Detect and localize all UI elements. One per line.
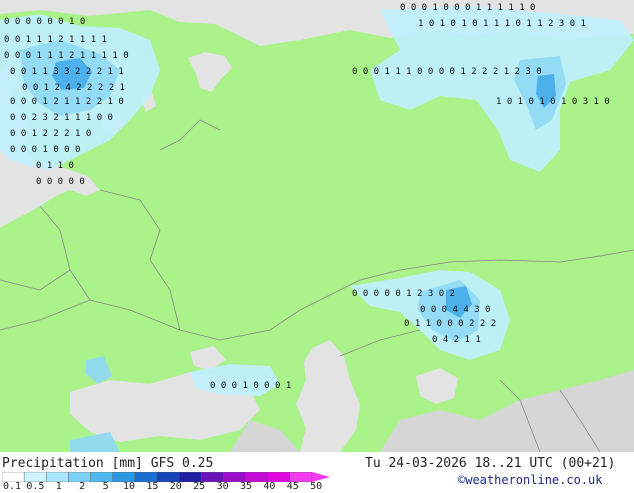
grid-row-label: 0 0 0 1 0 0 0 1 <box>210 381 291 391</box>
precipitation-map: 0 0 0 0 0 0 1 0 0 0 1 1 1 2 1 1 1 1 0 0 … <box>0 0 634 452</box>
color-scale-tick-label: 0.1 <box>2 481 22 492</box>
grid-row-label: 0 0 1 1 1 2 1 1 1 1 <box>4 35 107 45</box>
grid-row-label: 0 0 0 1 1 1 0 0 0 0 1 2 2 2 1 2 3 0 <box>352 67 542 77</box>
credit-link[interactable]: ©weatheronline.co.uk <box>458 473 603 487</box>
grid-row-label: 0 0 0 1 1 1 2 1 1 1 1 0 <box>4 51 129 61</box>
valid-datetime: Tu 24-03-2026 18..21 UTC (00+21) <box>365 456 616 471</box>
grid-row-label: 0 4 2 1 1 <box>432 335 481 345</box>
grid-row-label: 0 0 2 3 2 1 1 1 0 0 <box>10 113 113 123</box>
color-scale-tick-label: 0.5 <box>26 481 45 492</box>
color-scale-tick-label: 1 <box>55 481 62 492</box>
grid-row-label: 0 0 0 1 0 0 0 1 1 1 1 1 0 <box>400 3 535 13</box>
color-scale-tick-label: 15 <box>146 481 159 492</box>
color-scale-tick-label: 35 <box>239 481 253 492</box>
color-scale-tick-label: 10 <box>122 481 136 492</box>
color-scale-tick-label: 50 <box>310 481 323 492</box>
grid-row-label: 1 0 1 0 1 0 1 1 1 0 1 1 2 3 0 1 <box>418 19 586 29</box>
grid-row-label: 1 0 1 0 1 0 1 0 3 1 0 <box>496 97 610 107</box>
map-title: Precipitation [mm] GFS 0.25 <box>2 456 214 471</box>
color-scale-tick-label: 25 <box>193 481 206 492</box>
grid-row-label: 0 1 1 0 0 0 2 2 2 <box>404 319 496 329</box>
color-scale-tick-label: 45 <box>286 481 299 492</box>
grid-row-label: 0 0 0 0 0 0 1 0 <box>4 17 85 27</box>
color-scale-tick-label: 5 <box>102 481 109 492</box>
grid-row-label: 0 0 0 4 4 3 0 <box>420 305 490 315</box>
grid-row-label: 0 0 1 2 2 2 1 0 <box>10 129 91 139</box>
grid-row-label: 0 0 1 1 3 3 2 2 2 1 1 <box>10 67 124 77</box>
legend-bar: Precipitation [mm] GFS 0.25 Tu 24-03-202… <box>0 452 634 493</box>
grid-row-label: 0 0 0 0 0 1 2 3 0 2 <box>352 289 455 299</box>
grid-row-label: 0 0 0 1 0 0 0 <box>10 145 80 155</box>
color-scale-tick-label: 40 <box>263 481 276 492</box>
grid-row-label: 0 0 1 2 4 2 2 2 2 1 <box>22 83 125 93</box>
color-scale-tick-label: 2 <box>79 481 86 492</box>
grid-row-label: 0 0 0 0 0 <box>36 177 85 187</box>
grid-row-label: 0 0 0 1 2 1 1 2 2 1 0 <box>10 97 124 107</box>
color-scale-ticks: 0.1 0.5 1 2 5 10 15 20 25 30 35 40 45 50 <box>0 481 330 493</box>
color-scale-tick-label: 20 <box>169 481 182 492</box>
color-scale-tick-label: 30 <box>216 481 229 492</box>
grid-row-label: 0 1 1 0 <box>36 161 74 171</box>
